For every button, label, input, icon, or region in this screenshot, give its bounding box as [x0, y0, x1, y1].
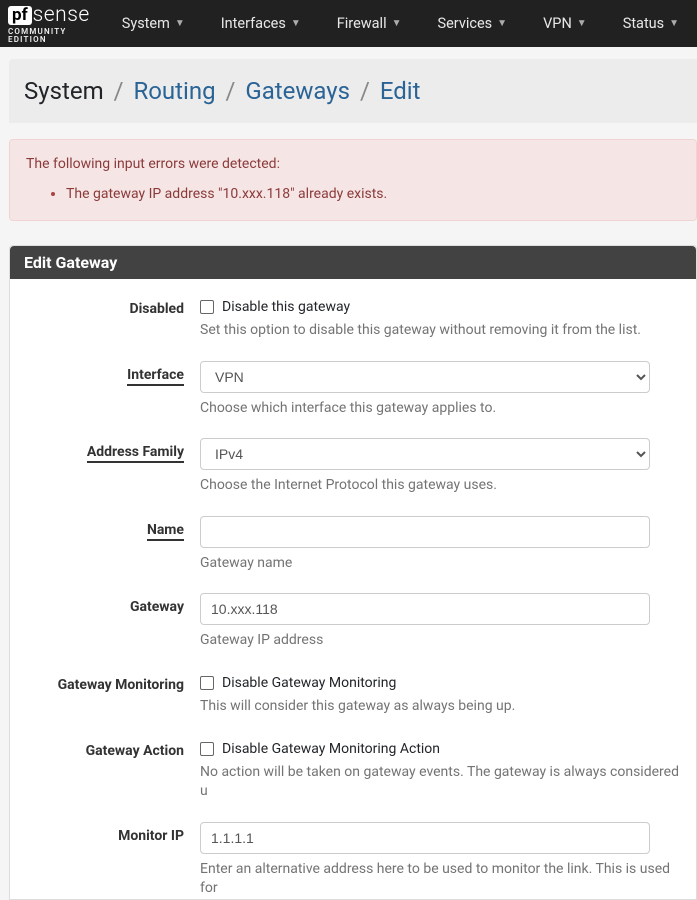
nav-label: Status: [623, 15, 664, 32]
nav-label: Services: [438, 15, 493, 32]
checkbox-disable-monitoring-action[interactable]: [200, 742, 214, 756]
alert-item: The gateway IP address "10.xxx.118" alre…: [66, 186, 680, 202]
nav-label: Interfaces: [221, 15, 286, 32]
nav-vpn[interactable]: VPN ▼: [525, 0, 605, 47]
logo-prefix: pf: [8, 6, 32, 25]
nav-system[interactable]: System ▼: [104, 0, 203, 47]
breadcrumb-sep: /: [114, 77, 124, 105]
label-gateway: Gateway: [10, 593, 200, 615]
error-alert: The following input errors were detected…: [9, 139, 697, 221]
input-monitor-ip[interactable]: [200, 822, 650, 854]
help-interface: Choose which interface this gateway appl…: [200, 399, 682, 419]
row-gateway-action: Gateway Action Disable Gateway Monitorin…: [10, 727, 696, 812]
logo-suffix: sense: [33, 5, 90, 26]
breadcrumb-sep: /: [360, 77, 370, 105]
row-address-family: Address Family IPv4 Choose the Internet …: [10, 428, 696, 506]
breadcrumb-action: Edit: [380, 77, 421, 105]
alert-list: The gateway IP address "10.xxx.118" alre…: [26, 186, 680, 202]
panel-title: Edit Gateway: [10, 246, 696, 279]
row-name: Name Gateway name: [10, 506, 696, 584]
edit-gateway-panel: Edit Gateway Disabled Disable this gatew…: [9, 245, 697, 900]
select-interface[interactable]: VPN: [200, 361, 650, 393]
breadcrumb-page-link[interactable]: Gateways: [245, 77, 350, 105]
nav-interfaces[interactable]: Interfaces ▼: [203, 0, 319, 47]
input-gateway[interactable]: [200, 593, 650, 625]
breadcrumb-bar: System / Routing / Gateways / Edit: [9, 59, 697, 123]
checkbox-label: Disable Gateway Monitoring: [222, 675, 396, 691]
caret-down-icon: ▼: [577, 18, 587, 29]
breadcrumb-sep: /: [226, 77, 236, 105]
caret-down-icon: ▼: [291, 18, 301, 29]
help-gateway-action: No action will be taken on gateway event…: [200, 763, 682, 802]
help-gateway-monitoring: This will consider this gateway as alway…: [200, 697, 682, 717]
label-gateway-action: Gateway Action: [10, 737, 200, 759]
label-name: Name: [10, 516, 200, 538]
row-monitor-ip: Monitor IP Enter an alternative address …: [10, 812, 696, 899]
help-address-family: Choose the Internet Protocol this gatewa…: [200, 476, 682, 496]
checkbox-disable-monitoring[interactable]: [200, 676, 214, 690]
help-disabled: Set this option to disable this gateway …: [200, 321, 682, 341]
breadcrumb-section-link[interactable]: Routing: [133, 77, 215, 105]
label-monitor-ip: Monitor IP: [10, 822, 200, 844]
nav-label: System: [122, 15, 170, 32]
label-address-family: Address Family: [10, 438, 200, 460]
input-name[interactable]: [200, 516, 650, 548]
nav-label: Firewall: [337, 15, 387, 32]
breadcrumb: System / Routing / Gateways / Edit: [24, 77, 681, 105]
row-gateway-monitoring: Gateway Monitoring Disable Gateway Monit…: [10, 661, 696, 727]
caret-down-icon: ▼: [392, 18, 402, 29]
caret-down-icon: ▼: [175, 18, 185, 29]
row-disabled: Disabled Disable this gateway Set this o…: [10, 279, 696, 351]
checkbox-label: Disable this gateway: [222, 299, 350, 315]
help-name: Gateway name: [200, 554, 682, 574]
breadcrumb-root: System: [24, 77, 104, 105]
label-disabled: Disabled: [10, 295, 200, 317]
nav-label: VPN: [543, 15, 572, 32]
logo-subtitle: COMMUNITY EDITION: [8, 28, 90, 44]
logo[interactable]: pf sense COMMUNITY EDITION: [0, 1, 104, 46]
nav-firewall[interactable]: Firewall ▼: [319, 0, 420, 47]
top-navbar: pf sense COMMUNITY EDITION System ▼ Inter…: [0, 0, 697, 47]
nav-status[interactable]: Status ▼: [605, 0, 697, 47]
caret-down-icon: ▼: [669, 18, 679, 29]
label-gateway-monitoring: Gateway Monitoring: [10, 671, 200, 693]
select-address-family[interactable]: IPv4: [200, 438, 650, 470]
checkbox-disable-gateway[interactable]: [200, 300, 214, 314]
help-gateway: Gateway IP address: [200, 631, 682, 651]
label-interface: Interface: [10, 361, 200, 383]
help-monitor-ip: Enter an alternative address here to be …: [200, 860, 682, 899]
row-interface: Interface VPN Choose which interface thi…: [10, 351, 696, 429]
nav-services[interactable]: Services ▼: [420, 0, 526, 47]
alert-heading: The following input errors were detected…: [26, 156, 680, 172]
row-gateway: Gateway Gateway IP address: [10, 583, 696, 661]
checkbox-label: Disable Gateway Monitoring Action: [222, 741, 440, 757]
caret-down-icon: ▼: [497, 18, 507, 29]
